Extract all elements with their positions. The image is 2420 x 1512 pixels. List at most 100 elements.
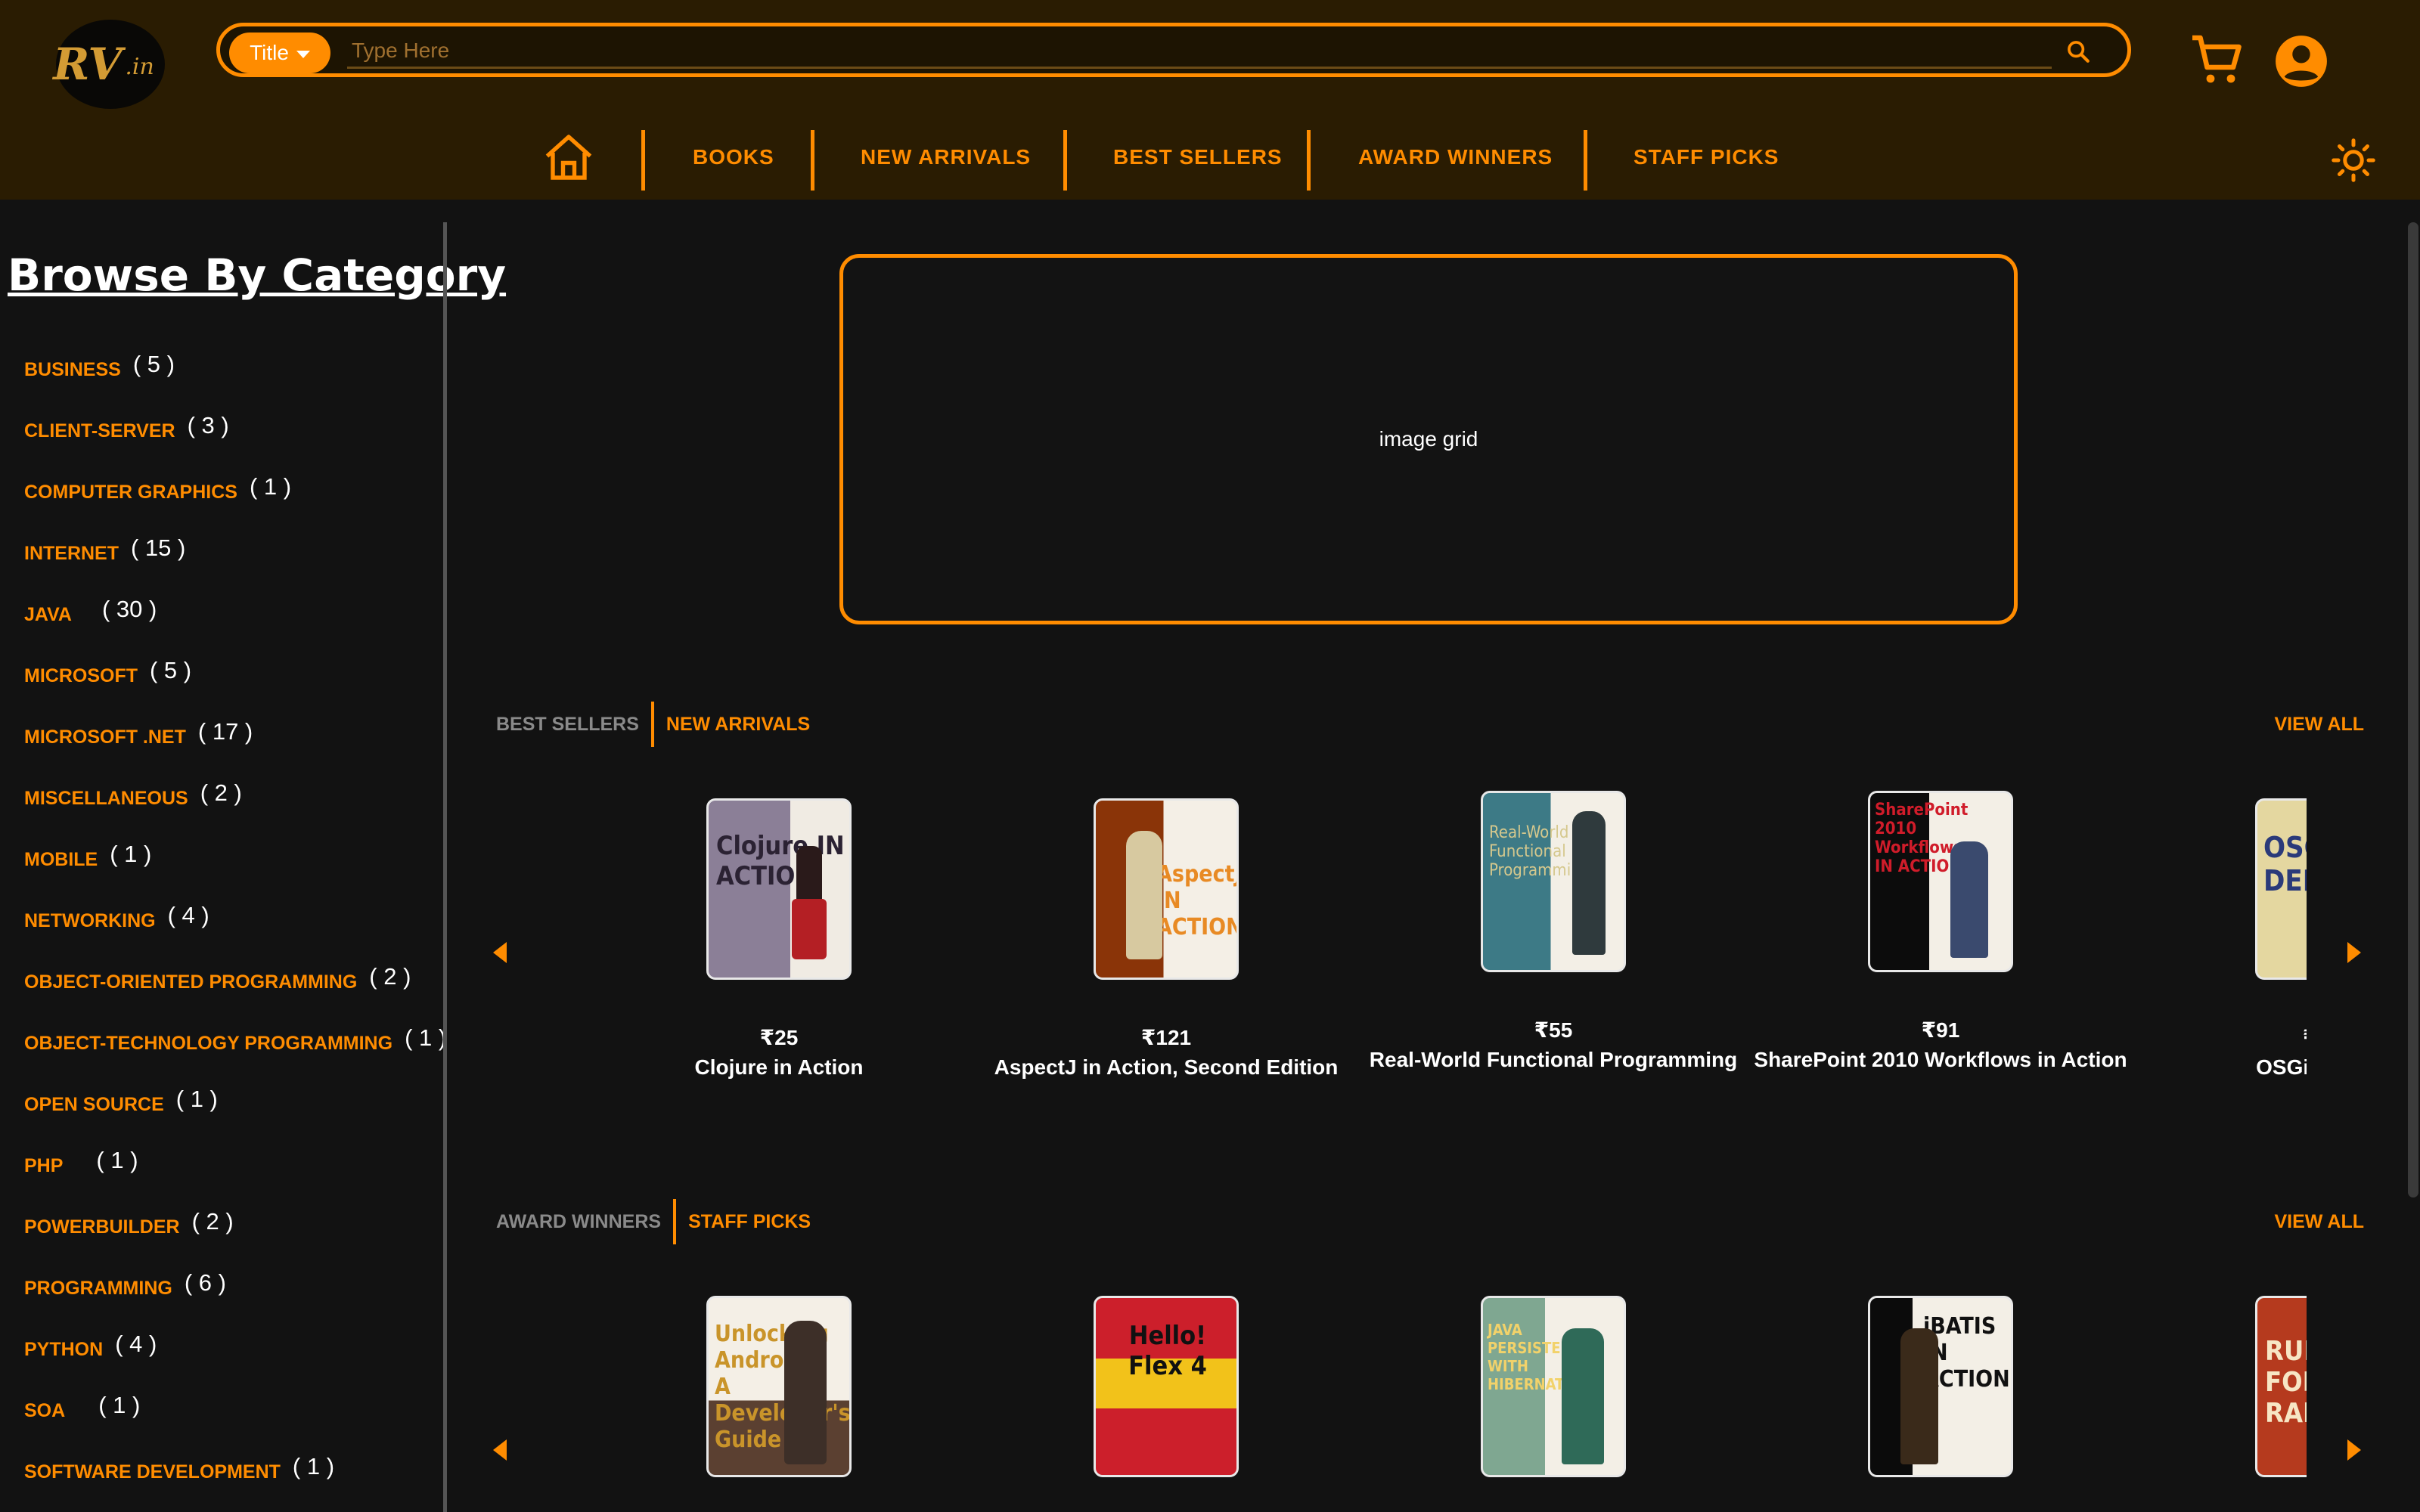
book-title[interactable]: Clojure in Action: [605, 1053, 968, 1082]
book-card[interactable]: RUBY FOR RAILS: [2139, 1296, 2307, 1477]
book-carousel-section1: Clojure IN ACTION ₹25 Clojure in Action …: [605, 786, 2307, 1104]
category-name[interactable]: PHP: [24, 1155, 63, 1177]
view-all-link-section1[interactable]: VIEW ALL: [2274, 714, 2364, 736]
category-item-soa[interactable]: SOA ( 1 ): [24, 1377, 140, 1422]
category-name[interactable]: MICROSOFT: [24, 665, 138, 687]
tab-award-winners[interactable]: AWARD WINNERS: [496, 1211, 661, 1233]
tab-new-arrivals[interactable]: NEW ARRIVALS: [666, 714, 810, 736]
book-cover[interactable]: Unlocking Android A Developer's Guide: [706, 1296, 852, 1477]
book-title[interactable]: SharePoint 2010 Workflows in Action: [1751, 1046, 2130, 1074]
book-title[interactable]: Real-World Functional Programming: [1364, 1046, 1742, 1074]
category-item-java[interactable]: JAVA ( 30 ): [24, 581, 157, 626]
book-card[interactable]: Real-World Functional Programming ₹55 Re…: [1364, 791, 1742, 1074]
book-card[interactable]: AspectJ IN ACTION ₹121 AspectJ in Action…: [977, 798, 1355, 1082]
category-name[interactable]: PROGRAMMING: [24, 1278, 172, 1300]
search-type-dropdown[interactable]: Title: [229, 33, 330, 73]
cover-title: Clojure IN ACTION: [716, 831, 845, 891]
tab-staff-picks[interactable]: STAFF PICKS: [688, 1211, 811, 1233]
category-item-php[interactable]: PHP ( 1 ): [24, 1132, 138, 1177]
search-input[interactable]: [347, 34, 2052, 69]
category-count: ( 6 ): [184, 1269, 226, 1296]
category-name[interactable]: SOA: [24, 1400, 65, 1422]
category-name[interactable]: POWERBUILDER: [24, 1216, 180, 1238]
book-title[interactable]: AspectJ in Action, Second Edition: [977, 1053, 1355, 1082]
book-card[interactable]: JAVA PERSISTENCE WITH HIBERNATE: [1364, 1296, 1742, 1477]
carousel-next-icon[interactable]: [2347, 1439, 2361, 1461]
category-item-software-development[interactable]: SOFTWARE DEVELOPMENT ( 1 ): [24, 1438, 334, 1483]
sun-icon[interactable]: [2331, 138, 2376, 183]
book-title[interactable]: OSGi in Depth: [2139, 1053, 2307, 1082]
nav-new-arrivals[interactable]: NEW ARRIVALS: [861, 145, 1031, 169]
category-item-business[interactable]: BUSINESS ( 5 ): [24, 336, 175, 381]
carousel-prev-icon[interactable]: [493, 942, 507, 963]
tab-best-sellers[interactable]: BEST SELLERS: [496, 714, 639, 736]
book-cover[interactable]: Clojure IN ACTION: [706, 798, 852, 980]
book-card[interactable]: iBATIS IN ACTION: [1751, 1296, 2130, 1477]
book-card[interactable]: Clojure IN ACTION ₹25 Clojure in Action: [605, 798, 968, 1082]
category-item-networking[interactable]: NETWORKING ( 4 ): [24, 887, 209, 932]
nav-divider: [641, 130, 645, 191]
cart-icon[interactable]: [2190, 33, 2245, 88]
category-item-object-technology-programming[interactable]: OBJECT-TECHNOLOGY PROGRAMMING ( 1 ): [24, 1009, 446, 1055]
category-item-client-server[interactable]: CLIENT-SERVER ( 3 ): [24, 397, 229, 442]
nav-best-sellers[interactable]: BEST SELLERS: [1113, 145, 1283, 169]
book-card[interactable]: Unlocking Android A Developer's Guide: [605, 1296, 968, 1477]
section2-tabs: AWARD WINNERS STAFF PICKS: [496, 1199, 811, 1244]
category-name[interactable]: MOBILE: [24, 849, 98, 871]
category-item-open-source[interactable]: OPEN SOURCE ( 1 ): [24, 1070, 218, 1116]
carousel-next-icon[interactable]: [2347, 942, 2361, 963]
carousel-prev-icon[interactable]: [493, 1439, 507, 1461]
nav-award-winners[interactable]: AWARD WINNERS: [1358, 145, 1553, 169]
book-cover[interactable]: Hello! Flex 4: [1094, 1296, 1239, 1477]
category-item-python[interactable]: PYTHON ( 4 ): [24, 1315, 157, 1361]
category-name[interactable]: JAVA: [24, 604, 72, 626]
category-name[interactable]: OPEN SOURCE: [24, 1094, 164, 1116]
account-icon[interactable]: [2273, 33, 2329, 89]
category-name[interactable]: MICROSOFT .NET: [24, 727, 186, 748]
category-item-microsoft[interactable]: MICROSOFT ( 5 ): [24, 642, 191, 687]
category-item-mobile[interactable]: MOBILE ( 1 ): [24, 826, 151, 871]
page-scrollbar[interactable]: [2408, 222, 2418, 1198]
category-name[interactable]: BUSINESS: [24, 359, 121, 381]
nav-staff-picks[interactable]: STAFF PICKS: [1634, 145, 1779, 169]
category-name[interactable]: CLIENT-SERVER: [24, 420, 175, 442]
category-item-miscellaneous[interactable]: MISCELLANEOUS ( 2 ): [24, 764, 242, 810]
category-count: ( 2 ): [200, 779, 242, 806]
category-name[interactable]: NETWORKING: [24, 910, 156, 932]
category-item-powerbuilder[interactable]: POWERBUILDER ( 2 ): [24, 1193, 234, 1238]
image-grid-banner[interactable]: image grid: [839, 254, 2018, 624]
category-name[interactable]: OBJECT-ORIENTED PROGRAMMING: [24, 971, 357, 993]
category-item-microsoft-net[interactable]: MICROSOFT .NET ( 17 ): [24, 703, 253, 748]
search-icon[interactable]: [2065, 39, 2091, 64]
book-cover[interactable]: iBATIS IN ACTION: [1868, 1296, 2013, 1477]
category-count: ( 2 ): [369, 963, 411, 990]
book-card[interactable]: OSGi IN DEPTH ₹100 OSGi in Depth: [2139, 798, 2307, 1082]
book-cover[interactable]: Real-World Functional Programming: [1481, 791, 1626, 972]
cover-title: AspectJ IN ACTION: [1156, 861, 1239, 940]
tab-divider: [673, 1199, 677, 1244]
category-item-internet[interactable]: INTERNET ( 15 ): [24, 519, 185, 565]
category-name[interactable]: MISCELLANEOUS: [24, 788, 188, 810]
book-card[interactable]: Hello! Flex 4: [977, 1296, 1355, 1477]
category-name[interactable]: OBJECT-TECHNOLOGY PROGRAMMING: [24, 1033, 392, 1055]
site-logo[interactable]: RV .in: [53, 20, 165, 109]
nav-books[interactable]: BOOKS: [693, 145, 774, 169]
book-cover[interactable]: JAVA PERSISTENCE WITH HIBERNATE: [1481, 1296, 1626, 1477]
view-all-link-section2[interactable]: VIEW ALL: [2274, 1211, 2364, 1233]
category-name[interactable]: INTERNET: [24, 543, 119, 565]
book-cover[interactable]: SharePoint 2010 Workflows IN ACTION: [1868, 791, 2013, 972]
category-name[interactable]: SOFTWARE DEVELOPMENT: [24, 1461, 281, 1483]
category-count: ( 30 ): [101, 596, 157, 622]
book-cover[interactable]: OSGi IN DEPTH: [2255, 798, 2307, 980]
category-name[interactable]: COMPUTER GRAPHICS: [24, 482, 237, 503]
category-count: ( 1 ): [175, 1086, 218, 1112]
book-card[interactable]: SharePoint 2010 Workflows IN ACTION ₹91 …: [1751, 791, 2130, 1074]
category-item-computer-graphics[interactable]: COMPUTER GRAPHICS ( 1 ): [24, 458, 291, 503]
book-cover[interactable]: AspectJ IN ACTION: [1094, 798, 1239, 980]
category-item-object-oriented-programming[interactable]: OBJECT-ORIENTED PROGRAMMING ( 2 ): [24, 948, 411, 993]
book-price: ₹91: [1921, 1018, 1960, 1042]
category-name[interactable]: PYTHON: [24, 1339, 103, 1361]
book-cover[interactable]: RUBY FOR RAILS: [2255, 1296, 2307, 1477]
home-icon[interactable]: [541, 130, 596, 184]
category-item-programming[interactable]: PROGRAMMING ( 6 ): [24, 1254, 226, 1300]
